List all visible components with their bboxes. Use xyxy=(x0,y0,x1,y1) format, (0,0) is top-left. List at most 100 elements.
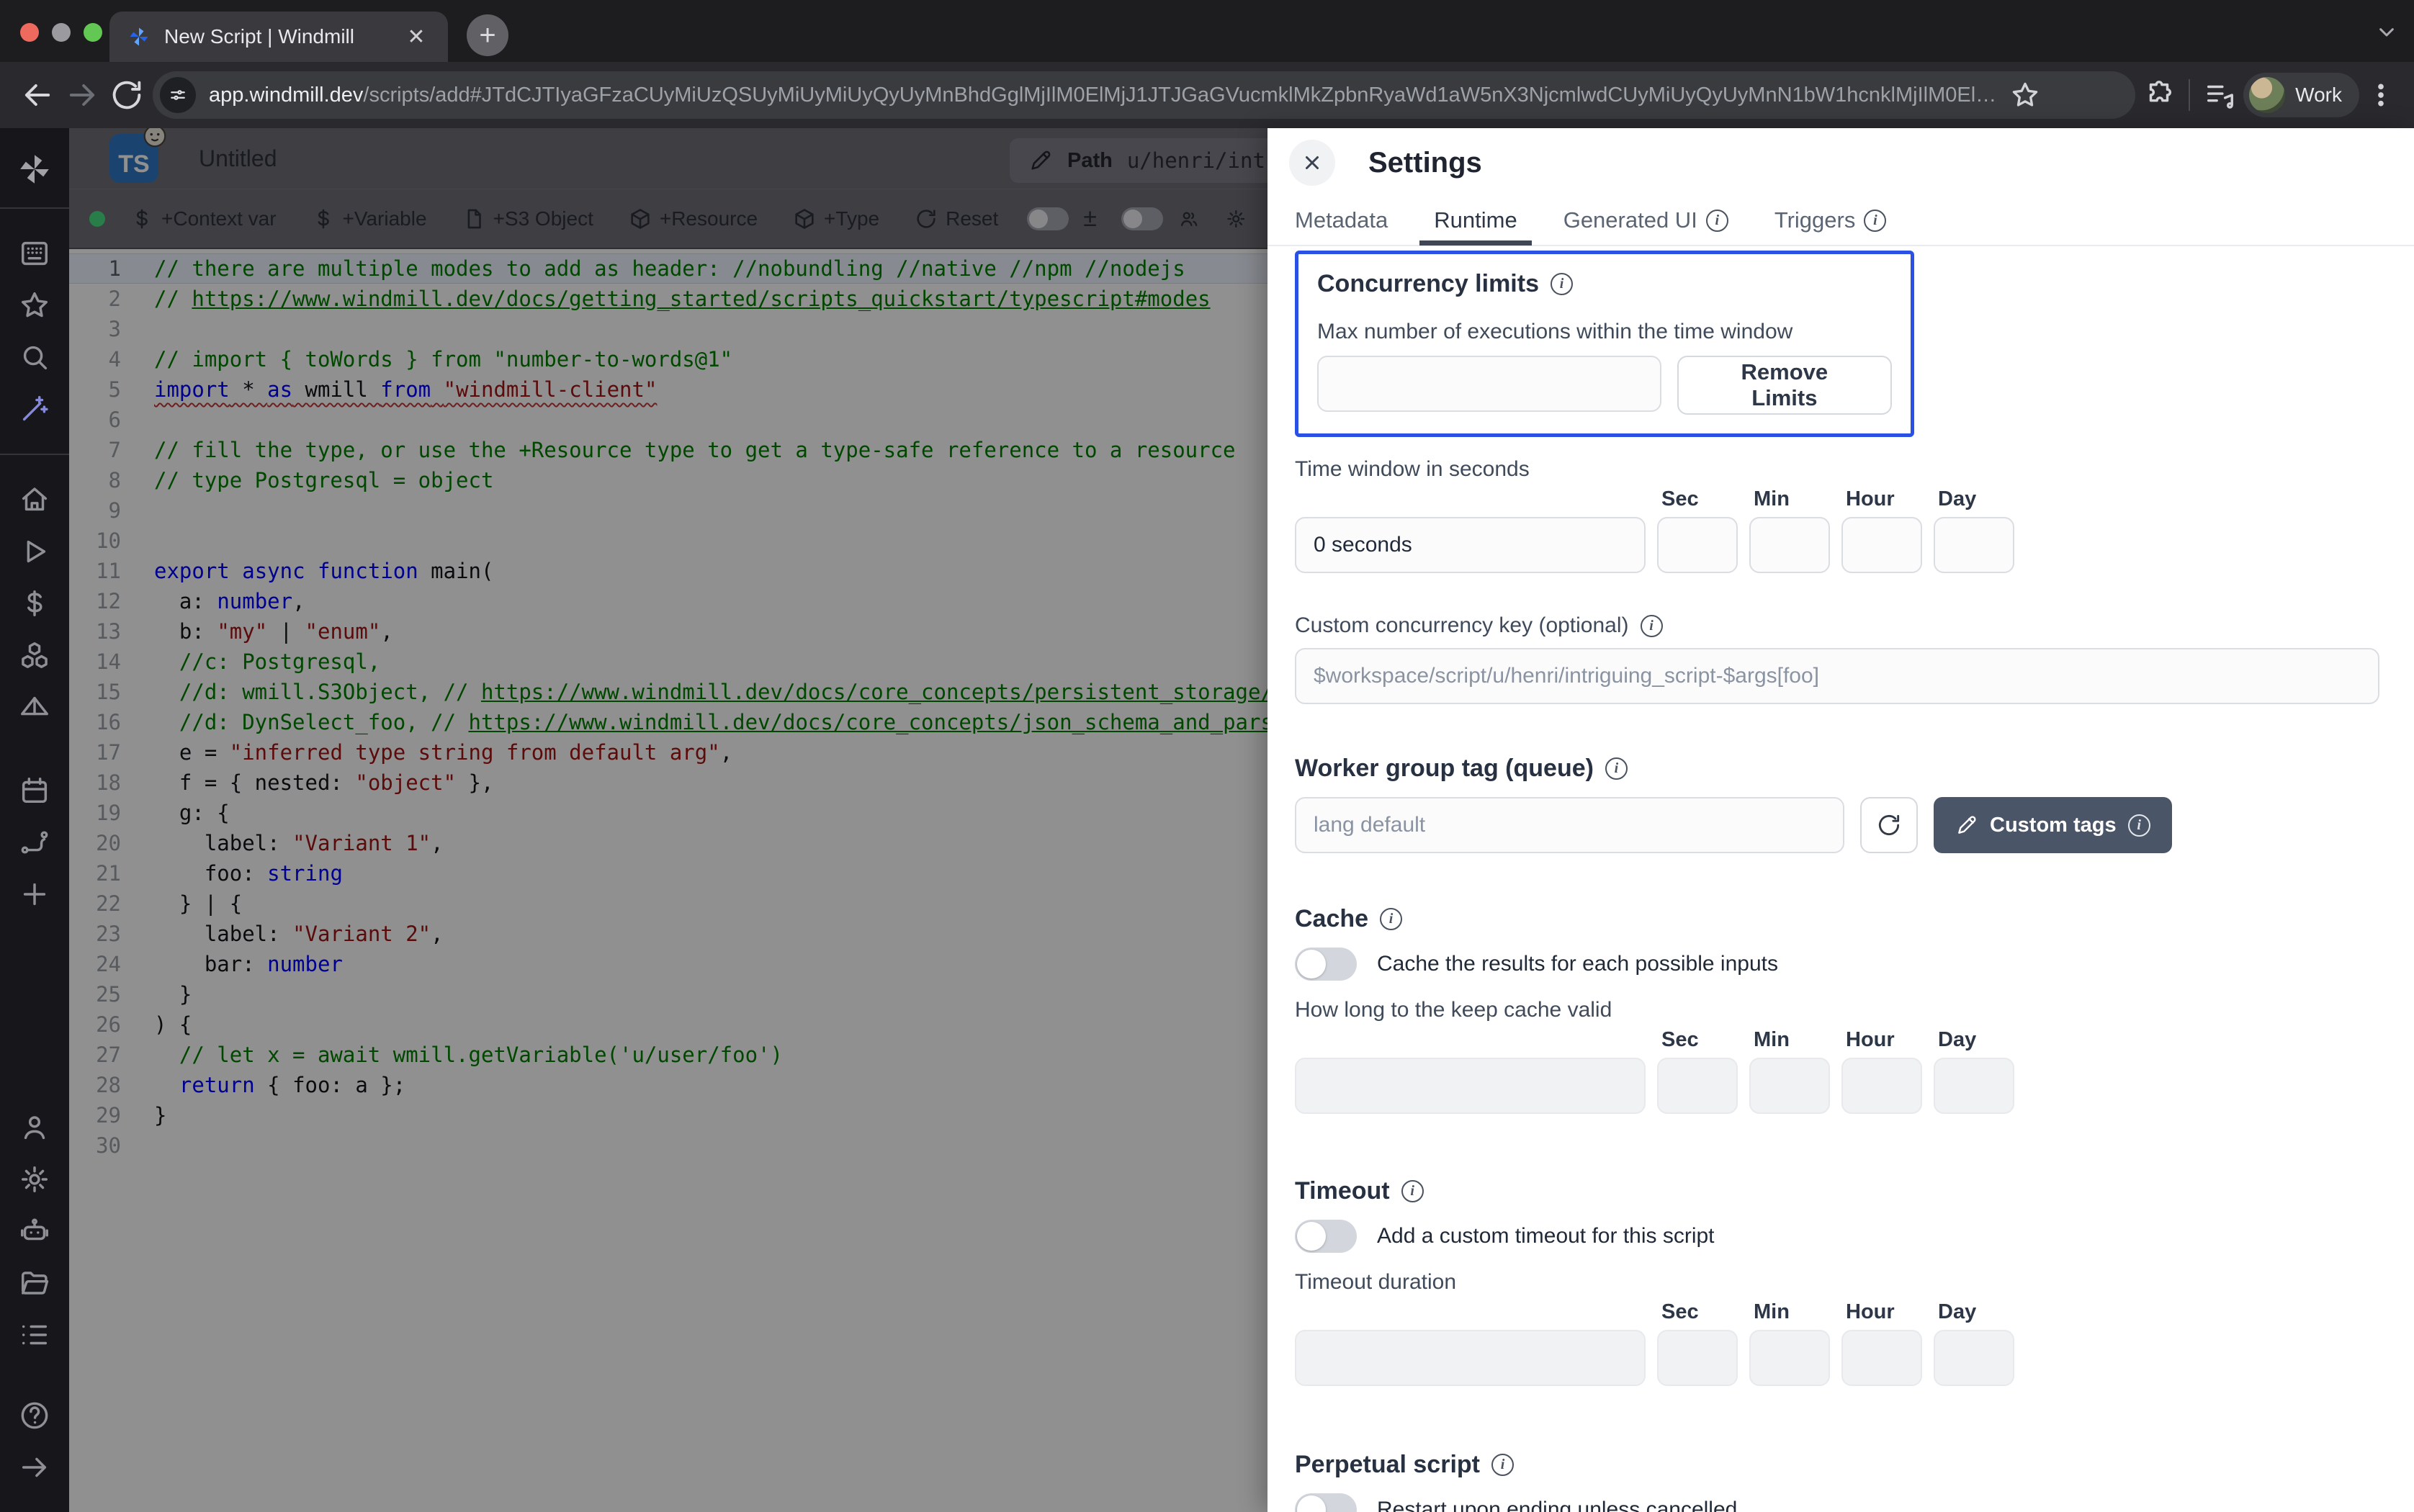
code-line[interactable]: 19 g: { xyxy=(69,798,1267,828)
toolbar-variable-button[interactable]: +Variable xyxy=(307,206,431,232)
extensions-icon[interactable] xyxy=(2142,78,2176,112)
windmill-logo-icon[interactable] xyxy=(15,150,54,189)
reading-list-icon[interactable] xyxy=(2203,78,2236,112)
code-line[interactable]: 15 //d: wmill.S3Object, // https://www.w… xyxy=(69,677,1267,707)
sidebar-item-user[interactable] xyxy=(18,1111,51,1144)
hour-input[interactable] xyxy=(1841,1058,1922,1114)
sidebar-item-home[interactable] xyxy=(18,483,51,516)
code-line[interactable]: 14 //c: Postgresql, xyxy=(69,647,1267,677)
code-editor[interactable]: 1// there are multiple modes to add as h… xyxy=(69,249,1267,1161)
code-line[interactable]: 16 //d: DynSelect_foo, // https://www.wi… xyxy=(69,707,1267,737)
info-icon[interactable] xyxy=(1551,273,1573,295)
code-line[interactable]: 2// https://www.windmill.dev/docs/gettin… xyxy=(69,284,1267,314)
code-line[interactable]: 25 } xyxy=(69,979,1267,1009)
custom-tags-button[interactable]: Custom tags xyxy=(1934,797,2172,853)
day-input[interactable] xyxy=(1934,517,2014,573)
toolbar-type-button[interactable]: +Type xyxy=(788,206,884,232)
sidebar-item-plus[interactable] xyxy=(18,878,51,911)
window-controls[interactable] xyxy=(20,23,102,42)
maximize-window-icon[interactable] xyxy=(84,23,102,42)
sidebar-item-list[interactable] xyxy=(18,1318,51,1351)
code-line[interactable]: 11export async function main( xyxy=(69,556,1267,586)
max-executions-input[interactable] xyxy=(1317,356,1661,412)
code-line[interactable]: 29} xyxy=(69,1100,1267,1130)
sidebar-item-robot[interactable] xyxy=(18,1215,51,1248)
code-line[interactable]: 3 xyxy=(69,314,1267,344)
reload-icon[interactable] xyxy=(108,76,145,114)
sidebar-item-apps[interactable] xyxy=(18,237,51,270)
code-line[interactable]: 12 a: number, xyxy=(69,586,1267,616)
sidebar-item-gear[interactable] xyxy=(18,1163,51,1196)
sidebar-item-prism[interactable] xyxy=(18,690,51,724)
code-line[interactable]: 9 xyxy=(69,495,1267,526)
min-input[interactable] xyxy=(1749,1058,1830,1114)
code-line[interactable]: 22 } | { xyxy=(69,888,1267,919)
toolbar-context-var-button[interactable]: +Context var xyxy=(125,206,281,232)
sidebar-item-dollar[interactable] xyxy=(18,587,51,620)
code-line[interactable]: 6 xyxy=(69,405,1267,435)
tab-generated-ui[interactable]: Generated UI xyxy=(1563,195,1728,246)
info-icon[interactable] xyxy=(1380,908,1402,930)
remove-limits-button[interactable]: Remove Limits xyxy=(1677,356,1892,415)
code-line[interactable]: 30 xyxy=(69,1130,1267,1161)
code-line[interactable]: 20 label: "Variant 1", xyxy=(69,828,1267,858)
sidebar-item-play[interactable] xyxy=(18,535,51,568)
gear-icon[interactable] xyxy=(1225,205,1247,233)
code-line[interactable]: 7// fill the type, or use the +Resource … xyxy=(69,435,1267,465)
info-icon[interactable] xyxy=(1641,615,1663,637)
sidebar-item-help[interactable] xyxy=(18,1399,51,1432)
sidebar-item-routes[interactable] xyxy=(18,826,51,859)
sec-input[interactable] xyxy=(1657,1058,1738,1114)
min-input[interactable] xyxy=(1749,517,1830,573)
code-line[interactable]: 21 foo: string xyxy=(69,858,1267,888)
forward-icon[interactable] xyxy=(63,76,101,114)
code-line[interactable]: 5import * as wmill from "windmill-client… xyxy=(69,374,1267,405)
path-chip[interactable]: Path u/henri/intrigu xyxy=(1010,138,1267,183)
day-input[interactable] xyxy=(1934,1330,2014,1386)
site-settings-icon[interactable] xyxy=(160,77,196,113)
browser-menu-icon[interactable] xyxy=(2366,81,2395,109)
toolbar-reset-button[interactable]: Reset xyxy=(910,206,1002,232)
info-icon[interactable] xyxy=(1401,1180,1424,1202)
sidebar-item-calendar[interactable] xyxy=(18,774,51,807)
day-input[interactable] xyxy=(1934,1058,2014,1114)
timeout-toggle[interactable] xyxy=(1295,1220,1357,1253)
info-icon[interactable] xyxy=(1605,757,1628,780)
cache-toggle[interactable] xyxy=(1295,948,1357,981)
code-line[interactable]: 18 f = { nested: "object" }, xyxy=(69,768,1267,798)
sec-input[interactable] xyxy=(1657,1330,1738,1386)
code-line[interactable]: 17 e = "inferred type string from defaul… xyxy=(69,737,1267,768)
toolbar-s3-object-button[interactable]: +S3 Object xyxy=(457,206,598,232)
bookmark-star-icon[interactable] xyxy=(2009,79,2041,111)
sidebar-item-folder[interactable] xyxy=(18,1266,51,1300)
toolbar-resource-button[interactable]: +Resource xyxy=(624,206,762,232)
sidebar-item-search[interactable] xyxy=(18,341,51,374)
sidebar-item-arrow-right[interactable] xyxy=(18,1451,51,1484)
sec-input[interactable] xyxy=(1657,517,1738,573)
tab-metadata[interactable]: Metadata xyxy=(1295,195,1388,246)
close-window-icon[interactable] xyxy=(20,23,39,42)
chevron-down-icon[interactable] xyxy=(2372,17,2401,46)
hour-input[interactable] xyxy=(1841,1330,1922,1386)
duration-main-input[interactable] xyxy=(1295,1058,1646,1114)
code-line[interactable]: 28 return { foo: a }; xyxy=(69,1070,1267,1100)
multiplayer-toggle[interactable] xyxy=(1121,207,1163,230)
browser-tab[interactable]: New Script | Windmill ✕ xyxy=(109,12,448,62)
code-line[interactable]: 1// there are multiple modes to add as h… xyxy=(69,253,1267,284)
code-line[interactable]: 8// type Postgresql = object xyxy=(69,465,1267,495)
address-bar[interactable]: app.windmill.dev/scripts/add#JTdCJTIyaGF… xyxy=(153,71,2135,119)
min-input[interactable] xyxy=(1749,1330,1830,1386)
hour-input[interactable] xyxy=(1841,517,1922,573)
sidebar-item-cubes[interactable] xyxy=(18,639,51,672)
minimize-window-icon[interactable] xyxy=(52,23,71,42)
code-line[interactable]: 27 // let x = await wmill.getVariable('u… xyxy=(69,1040,1267,1070)
new-tab-button[interactable]: + xyxy=(467,14,508,56)
back-icon[interactable] xyxy=(19,76,56,114)
diff-toggle[interactable] xyxy=(1027,207,1069,230)
close-tab-icon[interactable]: ✕ xyxy=(402,24,431,50)
code-line[interactable]: 13 b: "my" | "enum", xyxy=(69,616,1267,647)
perpetual-toggle[interactable] xyxy=(1295,1493,1357,1512)
code-line[interactable]: 4// import { toWords } from "number-to-w… xyxy=(69,344,1267,374)
refresh-tags-button[interactable] xyxy=(1860,797,1918,853)
code-line[interactable]: 24 bar: number xyxy=(69,949,1267,979)
